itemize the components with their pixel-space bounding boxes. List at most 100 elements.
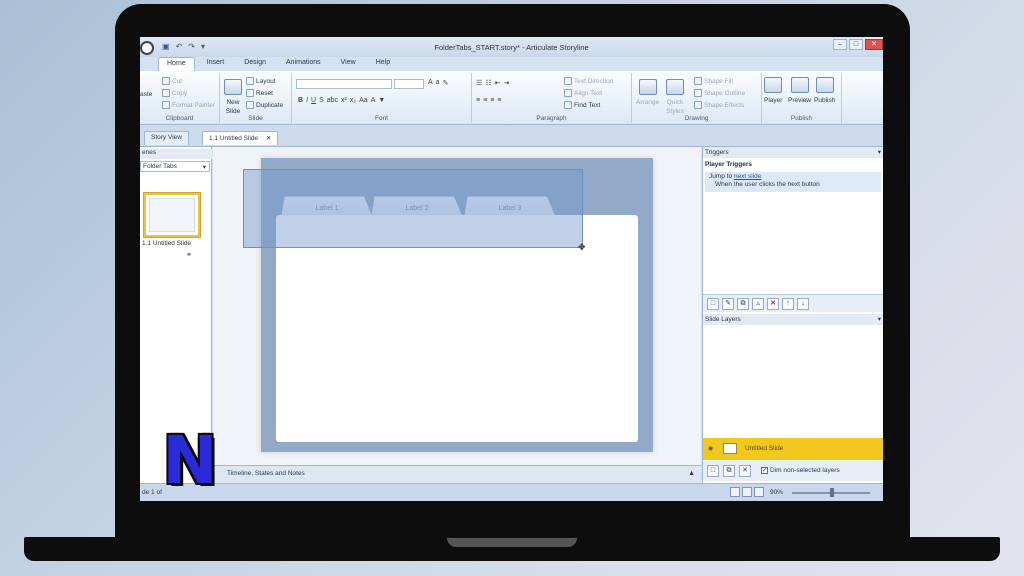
new-slide-button[interactable]: New Slide [224,79,242,115]
font-family-select[interactable] [296,79,392,89]
pencil-icon [694,89,702,97]
title-bar: ▣ ↶ ↷ ▾ FolderTabs_START.story* - Articu… [140,37,883,57]
tab-animations[interactable]: Animations [278,57,329,71]
grow-font-icon[interactable]: A [428,79,433,87]
clear-format-icon[interactable]: ✎ [443,79,449,87]
panel-menu-icon-2[interactable]: ▾ [878,315,881,323]
superscript-icon[interactable]: x² [341,97,347,104]
dim-layers-checkbox[interactable]: ✓ Dim non-selected layers [761,467,840,474]
zoom-level: 90% [770,489,784,496]
shape-outline-label: Shape Outline [704,89,746,97]
tab-design[interactable]: Design [236,57,274,71]
font-size-select[interactable] [394,79,424,89]
shadow-icon[interactable]: abc [327,97,338,104]
duplicate-button[interactable]: Duplicate [246,101,283,109]
tab-story-view[interactable]: Story View [144,131,189,145]
close-button[interactable]: ✕ [865,39,883,50]
base-layer-row[interactable]: ◉ Untitled Slide [703,438,883,460]
move-up-icon[interactable]: ↑ [782,298,794,310]
strikethrough-icon[interactable]: S [319,97,324,104]
player-button[interactable]: Player [764,77,782,104]
find-text-label: Find Text [574,101,601,109]
shape-effects-label: Shape Effects [704,101,745,109]
slide-canvas[interactable]: Label 1 Label 2 Label 3 ✥ [213,147,701,465]
highlight-icon[interactable]: ▼ [378,97,385,104]
align-right-icon[interactable]: ≡ [490,97,494,104]
paste-button[interactable]: aste [140,91,152,98]
link-icon: ⚭ [186,252,192,259]
slide-thumbnail-label: 1.1 Untitled Slide [142,240,192,247]
slide-thumbnail[interactable] [144,193,200,237]
copy-trigger-icon[interactable]: ⧉ [737,298,749,310]
edit-trigger-icon[interactable]: ✎ [722,298,734,310]
trigger-action-link[interactable]: next slide [734,173,761,180]
minimize-button[interactable]: – [833,39,847,50]
copy-button[interactable]: Copy [162,89,187,97]
reset-button[interactable]: Reset [246,89,273,97]
tab-view[interactable]: View [333,57,364,71]
shape-fill-button[interactable]: Shape Fill [694,77,733,85]
reset-icon [246,89,254,97]
quick-styles-button[interactable]: Quick Styles [666,79,684,115]
laptop-notch [447,538,577,547]
publish-group-label: Publish [790,115,813,122]
eye-icon[interactable]: ◉ [708,445,713,452]
zoom-slider-handle[interactable] [830,488,834,497]
numbering-icon[interactable]: ☷ [485,79,491,87]
delete-trigger-icon[interactable]: ✕ [767,298,779,310]
clipboard-group-label: Clipboard [165,115,194,122]
selection-rectangle[interactable]: ✥ [243,169,586,252]
arrange-button[interactable]: Arrange [636,79,659,106]
align-center-icon[interactable]: ≡ [483,97,487,104]
new-layer-icon[interactable]: □ [707,465,719,477]
trigger-row[interactable]: Jump to next slide When the user clicks … [705,172,881,192]
cut-button[interactable]: Cut [162,77,182,85]
increase-indent-icon[interactable]: ⇥ [503,79,509,87]
format-painter-button[interactable]: Format Painter [162,101,215,109]
font-size-buttons: A a ✎ [428,79,448,87]
text-direction-button[interactable]: Text Direction [564,77,613,85]
tab-home[interactable]: Home [158,57,195,71]
font-color-icon[interactable]: A [371,97,376,104]
shape-fill-label: Shape Fill [704,77,733,85]
timeline-bar[interactable]: Timeline, States and Notes ▲ [213,465,701,483]
duplicate-layer-icon[interactable]: ⧉ [723,465,735,477]
close-tab-icon[interactable]: ✕ [266,135,271,142]
story-view-icon[interactable] [742,487,752,497]
publish-button[interactable]: Publish [814,77,835,104]
find-text-button[interactable]: Find Text [564,101,600,109]
panel-menu-icon[interactable]: ▾ [878,148,881,156]
change-case-icon[interactable]: Aa [359,97,368,104]
paste-trigger-icon[interactable]: ▵ [752,298,764,310]
italic-button[interactable]: I [306,97,308,104]
tab-help[interactable]: Help [368,57,398,71]
align-text-button[interactable]: Align Text [564,89,602,97]
fit-view-icon[interactable] [754,487,764,497]
move-down-icon[interactable]: ↓ [797,298,809,310]
scene-select[interactable]: Folder Tabs ▾ [140,161,210,172]
bold-button[interactable]: B [298,97,303,104]
format-painter-label: Format Painter [172,101,215,109]
right-panel: Triggers ▾ Player Triggers Jump to next … [702,147,883,483]
maximize-button[interactable]: □ [849,39,863,50]
align-left-icon[interactable]: ≡ [476,97,480,104]
subscript-icon[interactable]: x₂ [350,97,356,104]
slide-layers-header: Slide Layers ▾ [703,314,883,325]
tab-untitled-slide[interactable]: 1.1 Untitled Slide ✕ [202,131,279,145]
bullets-icon[interactable]: ☰ [476,79,482,87]
tab-insert[interactable]: Insert [199,57,233,71]
shape-effects-button[interactable]: Shape Effects [694,101,744,109]
slide-group-label: Slide [248,115,263,122]
shrink-font-icon[interactable]: a [436,79,440,87]
layout-button[interactable]: Layout [246,77,276,85]
underline-button[interactable]: U [311,97,316,104]
shape-outline-button[interactable]: Shape Outline [694,89,745,97]
delete-layer-icon[interactable]: ✕ [739,465,751,477]
normal-view-icon[interactable] [730,487,740,497]
justify-icon[interactable]: ≡ [497,97,501,104]
preview-button[interactable]: Preview [788,77,811,104]
new-trigger-icon[interactable]: □ [707,298,719,310]
decrease-indent-icon[interactable]: ⇤ [495,79,501,87]
base-layer-name: Untitled Slide [745,445,784,452]
chevron-up-icon[interactable]: ▲ [688,470,695,477]
